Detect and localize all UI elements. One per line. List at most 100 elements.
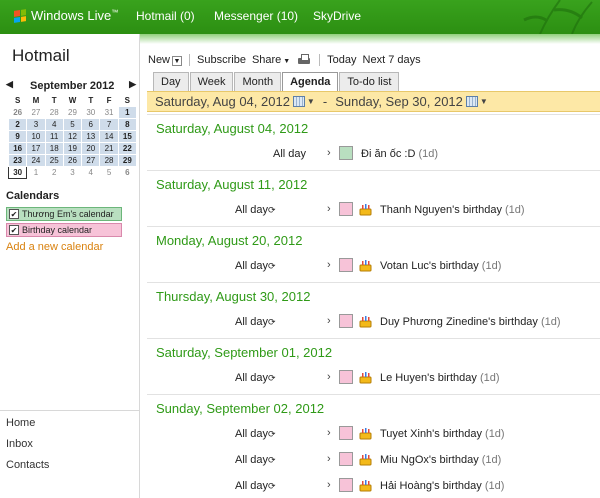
calendar-item-thuong-em[interactable]: ✔ Thương Em's calendar <box>6 207 122 221</box>
new-button[interactable]: New ▼ <box>145 54 185 66</box>
event-title[interactable]: Tuyet Xinh's birthday (1d) <box>380 428 505 440</box>
calendar-day[interactable]: 6 <box>81 117 101 131</box>
expand-arrow-icon[interactable]: › <box>327 315 331 327</box>
prev-month-icon[interactable]: ◀ <box>6 79 13 90</box>
calendar-day[interactable]: 3 <box>26 117 46 131</box>
range-end-date[interactable]: Sunday, Sep 30, 2012 <box>335 94 463 109</box>
checkbox-checked-icon[interactable]: ✔ <box>9 209 19 219</box>
calendar-day[interactable]: 22 <box>117 141 138 155</box>
sidebar-link-home[interactable]: Home <box>6 417 35 429</box>
calendar-day[interactable]: 27 <box>81 153 101 167</box>
event-title[interactable]: Miu NgOx's birthday (1d) <box>380 454 501 466</box>
calendar-day[interactable]: 23 <box>7 153 28 167</box>
calendar-day[interactable]: 29 <box>62 105 83 119</box>
agenda-event[interactable]: All day⟳ › Miu NgOx's birthday (1d) <box>147 450 600 472</box>
dropdown-arrow-icon[interactable]: ▼ <box>480 97 488 106</box>
calendar-day[interactable]: 7 <box>99 117 119 131</box>
calendar-day[interactable]: 25 <box>44 153 64 167</box>
agenda-event[interactable]: All day⟳ › Le Huyen's birthday (1d) <box>147 368 600 390</box>
calendar-day[interactable]: 28 <box>99 153 119 167</box>
share-button[interactable]: Share ▼ <box>249 54 293 66</box>
agenda-event[interactable]: All day⟳ › Tuyet Xinh's birthday (1d) <box>147 424 600 446</box>
calendar-day[interactable]: 31 <box>99 105 119 119</box>
expand-arrow-icon[interactable]: › <box>327 147 331 159</box>
expand-arrow-icon[interactable]: › <box>327 259 331 271</box>
add-calendar-link[interactable]: Add a new calendar <box>6 241 103 253</box>
agenda-event[interactable]: All day⟳ › Hải Hoàng's birthday (1d) <box>147 476 600 498</box>
subscribe-button[interactable]: Subscribe <box>194 54 249 66</box>
event-title[interactable]: Hải Hoàng's birthday (1d) <box>380 480 504 492</box>
calendar-day[interactable]: 4 <box>81 165 101 179</box>
event-title[interactable]: Le Huyen's birthday (1d) <box>380 372 500 384</box>
calendar-day[interactable]: 19 <box>62 141 83 155</box>
expand-arrow-icon[interactable]: › <box>327 427 331 439</box>
next-month-icon[interactable]: ▶ <box>129 79 136 90</box>
calendar-picker-icon[interactable] <box>465 96 478 107</box>
calendar-day[interactable]: 26 <box>7 105 28 119</box>
calendar-day[interactable]: 28 <box>44 105 64 119</box>
calendar-day[interactable]: 8 <box>117 117 138 131</box>
calendar-day[interactable]: 14 <box>99 129 119 143</box>
expand-arrow-icon[interactable]: › <box>327 453 331 465</box>
nav-skydrive[interactable]: SkyDrive <box>313 9 361 23</box>
calendar-day[interactable]: 30 <box>7 165 28 179</box>
agenda-event[interactable]: All day › Đi ăn ốc :D (1d) <box>147 144 600 166</box>
windows-live-logo[interactable]: Windows Live™ <box>14 8 118 23</box>
calendar-day[interactable]: 21 <box>99 141 119 155</box>
tab-agenda[interactable]: Agenda <box>282 72 339 91</box>
event-title[interactable]: Đi ăn ốc :D (1d) <box>361 148 438 160</box>
print-icon[interactable] <box>297 54 311 66</box>
sidebar-link-contacts[interactable]: Contacts <box>6 459 49 471</box>
next-7-days-button[interactable]: Next 7 days <box>360 54 424 66</box>
calendar-day[interactable]: 17 <box>26 141 46 155</box>
calendar-day[interactable]: 5 <box>99 165 119 179</box>
sidebar-link-inbox[interactable]: Inbox <box>6 438 33 450</box>
agenda-event[interactable]: All day⟳ › Votan Luc's birthday (1d) <box>147 256 600 278</box>
calendar-item-birthday[interactable]: ✔ Birthday calendar <box>6 223 122 237</box>
expand-arrow-icon[interactable]: › <box>327 371 331 383</box>
calendar-day[interactable]: 9 <box>7 129 28 143</box>
calendar-day[interactable]: 30 <box>81 105 101 119</box>
calendar-day[interactable]: 10 <box>26 129 46 143</box>
tab-month[interactable]: Month <box>234 72 282 91</box>
calendar-day[interactable]: 15 <box>117 129 138 143</box>
calendar-day[interactable]: 12 <box>62 129 83 143</box>
dropdown-arrow-icon[interactable]: ▼ <box>172 56 183 66</box>
calendar-day[interactable]: 6 <box>117 165 138 179</box>
calendar-day[interactable]: 24 <box>26 153 46 167</box>
calendar-day[interactable]: 20 <box>81 141 101 155</box>
calendar-day[interactable]: 29 <box>117 153 138 167</box>
expand-arrow-icon[interactable]: › <box>327 203 331 215</box>
checkbox-checked-icon[interactable]: ✔ <box>9 225 19 235</box>
calendar-day[interactable]: 18 <box>44 141 64 155</box>
calendar-picker-icon[interactable] <box>292 96 305 107</box>
range-start-date[interactable]: Saturday, Aug 04, 2012 <box>155 94 290 109</box>
calendar-day[interactable]: 4 <box>44 117 64 131</box>
event-title[interactable]: Votan Luc's birthday (1d) <box>380 260 501 272</box>
event-title[interactable]: Thanh Nguyen's birthday (1d) <box>380 204 525 216</box>
nav-hotmail[interactable]: Hotmail (0) <box>136 9 195 23</box>
calendar-day[interactable]: 5 <box>62 117 83 131</box>
expand-arrow-icon[interactable]: › <box>327 479 331 491</box>
all-day-label: All day⟳ <box>235 372 276 384</box>
calendar-day[interactable]: 1 <box>117 105 138 119</box>
calendar-day[interactable]: 27 <box>26 105 46 119</box>
calendar-day[interactable]: 2 <box>44 165 64 179</box>
today-button[interactable]: Today <box>324 54 359 66</box>
calendar-day[interactable]: 11 <box>44 129 64 143</box>
tab-todo-list[interactable]: To-do list <box>339 72 400 91</box>
dropdown-arrow-icon[interactable]: ▼ <box>307 97 315 106</box>
tab-day[interactable]: Day <box>153 72 189 91</box>
agenda-event[interactable]: All day⟳ › Thanh Nguyen's birthday (1d) <box>147 200 600 222</box>
calendar-day[interactable]: 1 <box>26 165 46 179</box>
calendar-day[interactable]: 13 <box>81 129 101 143</box>
nav-messenger[interactable]: Messenger (10) <box>214 9 298 23</box>
calendar-day[interactable]: 3 <box>62 165 83 179</box>
calendar-day[interactable]: 2 <box>7 117 28 131</box>
event-title[interactable]: Duy Phương Zinedine's birthday (1d) <box>380 316 561 328</box>
calendar-day[interactable]: 26 <box>62 153 83 167</box>
tab-week[interactable]: Week <box>189 72 234 91</box>
agenda-event[interactable]: All day⟳ › Duy Phương Zinedine's birthday … <box>147 312 600 334</box>
minical-month-label: September 2012 <box>30 80 115 92</box>
calendar-day[interactable]: 16 <box>7 141 28 155</box>
